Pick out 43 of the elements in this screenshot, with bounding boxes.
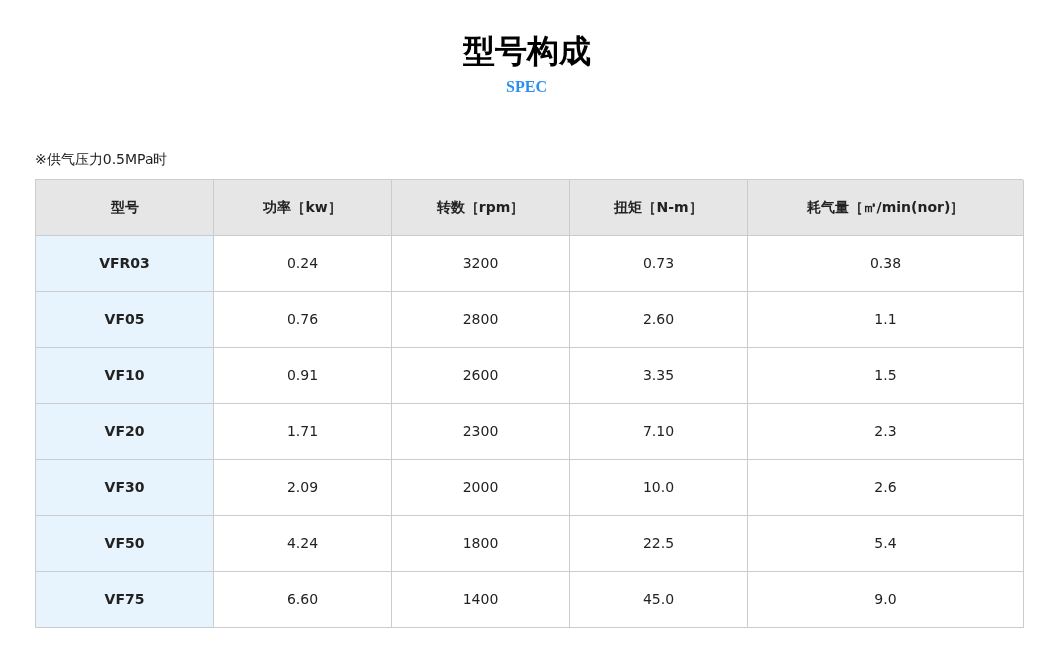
page-subtitle: SPEC: [506, 77, 547, 97]
table-cell: 2.3: [748, 404, 1024, 460]
model-cell: VF20: [36, 404, 214, 460]
table-cell: 2.60: [570, 292, 748, 348]
column-header: 转数［rpm］: [392, 180, 570, 236]
table-cell: 2800: [392, 292, 570, 348]
table-cell: 1800: [392, 516, 570, 572]
page-title: 型号构成: [462, 31, 591, 72]
table-cell: 2600: [392, 348, 570, 404]
table-cell: 6.60: [214, 572, 392, 628]
table-cell: 7.10: [570, 404, 748, 460]
table-cell: 4.24: [214, 516, 392, 572]
column-header: 耗气量［㎥/min(nor)］: [748, 180, 1024, 236]
table-cell: 3.35: [570, 348, 748, 404]
table-cell: 1400: [392, 572, 570, 628]
table-cell: 22.5: [570, 516, 748, 572]
table-cell: 0.38: [748, 236, 1024, 292]
table-cell: 1.5: [748, 348, 1024, 404]
table-cell: 3200: [392, 236, 570, 292]
table-cell: 0.24: [214, 236, 392, 292]
model-cell: VF10: [36, 348, 214, 404]
column-header: 扭矩［N-m］: [570, 180, 748, 236]
model-cell: VF50: [36, 516, 214, 572]
model-cell: VFR03: [36, 236, 214, 292]
model-cell: VF75: [36, 572, 214, 628]
model-cell: VF30: [36, 460, 214, 516]
table-cell: 10.0: [570, 460, 748, 516]
table-cell: 1.71: [214, 404, 392, 460]
note-text: ※供气压力0.5MPa时: [35, 150, 169, 169]
table-cell: 0.91: [214, 348, 392, 404]
table-cell: 1.1: [748, 292, 1024, 348]
table-cell: 2000: [392, 460, 570, 516]
table-cell: 2.6: [748, 460, 1024, 516]
table-cell: 2.09: [214, 460, 392, 516]
table-cell: 45.0: [570, 572, 748, 628]
column-header: 型号: [36, 180, 214, 236]
column-header: 功率［kw］: [214, 180, 392, 236]
table-cell: 5.4: [748, 516, 1024, 572]
table-cell: 9.0: [748, 572, 1024, 628]
table-cell: 2300: [392, 404, 570, 460]
table-cell: 0.76: [214, 292, 392, 348]
table-cell: 0.73: [570, 236, 748, 292]
model-cell: VF05: [36, 292, 214, 348]
